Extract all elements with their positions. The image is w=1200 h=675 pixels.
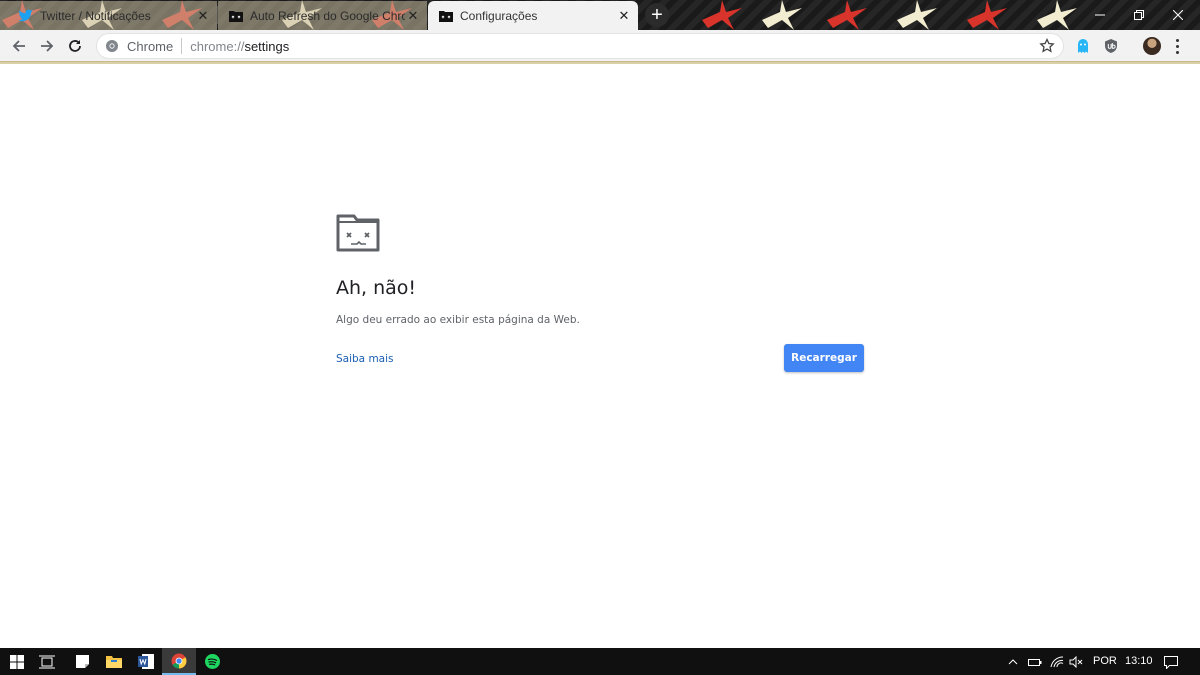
minimize-icon bbox=[1095, 14, 1105, 16]
crane-decoration-icon bbox=[702, 0, 742, 30]
battery-button[interactable] bbox=[1027, 654, 1043, 670]
start-button[interactable] bbox=[0, 648, 34, 675]
arrow-left-icon bbox=[12, 40, 25, 52]
restore-icon bbox=[1134, 10, 1144, 20]
word-icon bbox=[138, 654, 154, 669]
omnibox-divider bbox=[181, 38, 183, 54]
task-view-button[interactable] bbox=[30, 648, 64, 675]
notification-icon bbox=[1164, 655, 1178, 669]
back-button[interactable] bbox=[6, 34, 32, 58]
minimize-button[interactable] bbox=[1078, 0, 1122, 30]
bookmark-star-icon[interactable] bbox=[1039, 38, 1055, 54]
file-explorer-icon bbox=[106, 656, 122, 668]
show-hidden-icons-button[interactable] bbox=[1005, 654, 1021, 670]
crane-decoration-icon bbox=[897, 0, 937, 30]
ublock-shield-icon bbox=[1105, 39, 1117, 53]
taskbar-sticky-notes[interactable] bbox=[65, 648, 99, 675]
browser-toolbar: Chrome chrome:// settings bbox=[0, 30, 1200, 64]
chevron-up-icon bbox=[1008, 659, 1018, 665]
new-tab-button[interactable]: + bbox=[645, 3, 669, 27]
close-window-button[interactable] bbox=[1156, 0, 1200, 30]
crash-page: Ah, não! Algo deu errado ao exibir esta … bbox=[336, 214, 864, 374]
crane-decoration-icon bbox=[762, 0, 802, 30]
volume-muted-icon bbox=[1069, 656, 1083, 668]
restore-button[interactable] bbox=[1117, 0, 1161, 30]
task-view-icon bbox=[39, 655, 55, 668]
extension-ghost-button[interactable] bbox=[1074, 37, 1092, 55]
crane-decoration-icon bbox=[1037, 0, 1077, 30]
crash-actions: Saiba mais Recarregar bbox=[336, 344, 864, 374]
close-icon[interactable]: ✕ bbox=[616, 8, 632, 24]
wifi-icon bbox=[1050, 656, 1064, 668]
ghostery-icon bbox=[1078, 39, 1088, 53]
spotify-icon bbox=[204, 654, 220, 669]
tab-title: Auto Refresh do Google Chrome bbox=[250, 8, 405, 23]
windows-start-icon bbox=[10, 654, 24, 669]
url-path: settings bbox=[244, 38, 290, 54]
taskbar-word[interactable] bbox=[129, 648, 163, 675]
reload-button[interactable] bbox=[62, 34, 88, 58]
url-scheme: chrome:// bbox=[190, 38, 245, 54]
clock-time[interactable]: 13:10 bbox=[1125, 655, 1153, 667]
taskbar-spotify[interactable] bbox=[195, 648, 229, 675]
arrow-right-icon bbox=[41, 40, 54, 52]
plus-icon: + bbox=[651, 4, 663, 26]
close-icon[interactable]: ✕ bbox=[195, 8, 211, 24]
crash-description: Algo deu errado ao exibir esta página da… bbox=[336, 314, 580, 326]
folder-sad-icon bbox=[228, 8, 244, 24]
sticky-notes-icon bbox=[75, 655, 89, 668]
taskbar-file-explorer[interactable] bbox=[97, 648, 131, 675]
input-language[interactable]: POR bbox=[1093, 655, 1117, 667]
folder-sad-icon bbox=[438, 8, 454, 24]
chrome-menu-button[interactable] bbox=[1172, 37, 1182, 55]
forward-button[interactable] bbox=[34, 34, 60, 58]
crane-decoration-icon bbox=[967, 0, 1007, 30]
reload-page-button[interactable]: Recarregar bbox=[784, 344, 864, 372]
windows-taskbar: POR 13:10 bbox=[0, 648, 1200, 675]
wifi-button[interactable] bbox=[1049, 654, 1065, 670]
battery-plug-icon bbox=[1028, 659, 1042, 666]
profile-avatar[interactable] bbox=[1143, 37, 1161, 55]
address-bar[interactable]: Chrome chrome:// settings bbox=[96, 33, 1064, 59]
tab-configuracoes[interactable]: Configurações ✕ bbox=[428, 1, 638, 30]
tab-strip: Twitter / Notificações ✕ Auto Refresh do… bbox=[0, 0, 1200, 30]
tab-auto-refresh[interactable]: Auto Refresh do Google Chrome ✕ bbox=[218, 1, 427, 30]
extension-ublock-button[interactable] bbox=[1102, 37, 1120, 55]
close-icon bbox=[1173, 10, 1183, 20]
learn-more-link[interactable]: Saiba mais bbox=[336, 353, 394, 365]
crash-title: Ah, não! bbox=[336, 277, 417, 299]
omnibox-chip-label: Chrome bbox=[127, 38, 174, 54]
taskbar-chrome[interactable] bbox=[162, 648, 196, 675]
close-icon[interactable]: ✕ bbox=[405, 8, 421, 24]
tab-title: Configurações bbox=[460, 8, 538, 23]
chrome-icon bbox=[171, 653, 187, 669]
volume-button[interactable] bbox=[1068, 654, 1084, 670]
action-center-button[interactable] bbox=[1163, 654, 1179, 670]
chrome-logo-icon bbox=[105, 39, 119, 53]
refresh-icon bbox=[69, 40, 81, 52]
twitter-bird-icon bbox=[18, 8, 34, 24]
tab-twitter[interactable]: Twitter / Notificações ✕ bbox=[0, 1, 217, 30]
crane-decoration-icon bbox=[827, 0, 867, 30]
tab-title: Twitter / Notificações bbox=[40, 8, 151, 23]
sad-folder-icon bbox=[336, 214, 380, 252]
